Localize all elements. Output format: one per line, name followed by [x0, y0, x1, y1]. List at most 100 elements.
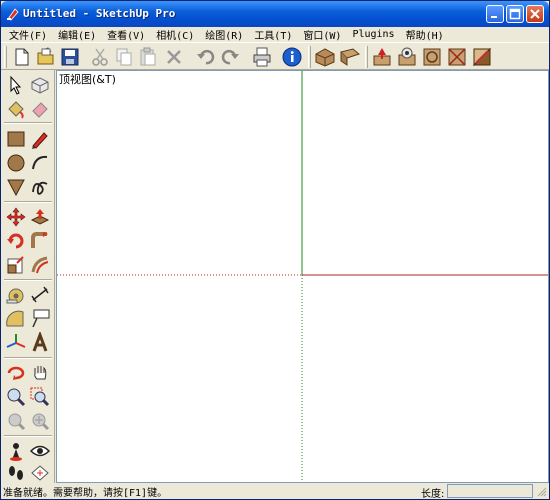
- menu-draw[interactable]: 绘图(R): [201, 27, 247, 42]
- arc-tool[interactable]: [29, 152, 51, 174]
- 3d-text-tool[interactable]: [29, 330, 51, 354]
- resize-grip-icon[interactable]: [535, 485, 547, 497]
- save-button[interactable]: [59, 46, 81, 68]
- freehand-icon: [32, 181, 48, 195]
- dimension-tool[interactable]: [29, 284, 51, 306]
- polygon-tool[interactable]: [5, 176, 27, 198]
- zoom-window-tool[interactable]: [29, 386, 51, 408]
- position-camera-icon: [10, 443, 22, 461]
- pencil-icon: [32, 132, 48, 149]
- push-pull-icon: [30, 209, 50, 225]
- section-plane-tool[interactable]: [29, 462, 51, 484]
- menu-bar: 文件(F) 编辑(E) 查看(V) 相机(C) 绘图(R) 工具(T) 窗口(W…: [1, 27, 549, 42]
- toolbar-grip-2[interactable]: [308, 46, 311, 68]
- push-pull-tool[interactable]: [29, 206, 51, 228]
- menu-file[interactable]: 文件(F): [5, 27, 51, 42]
- walk-tool[interactable]: [5, 462, 27, 484]
- follow-me-tool[interactable]: [29, 230, 51, 252]
- toolbar-grip-3[interactable]: [365, 46, 368, 68]
- follow-me-icon: [31, 232, 48, 248]
- previous-view-tool[interactable]: [5, 410, 27, 432]
- redo-icon: [221, 49, 239, 65]
- close-icon: [530, 9, 540, 19]
- tape-measure-icon: [6, 288, 24, 304]
- redo-button[interactable]: [219, 46, 241, 68]
- copy-icon: [116, 48, 132, 66]
- select-tool[interactable]: [5, 74, 27, 96]
- menu-plugins[interactable]: Plugins: [348, 29, 398, 40]
- make-component-tool[interactable]: [29, 74, 51, 96]
- menu-camera[interactable]: 相机(C): [152, 27, 198, 42]
- length-label: 长度:: [421, 489, 445, 500]
- look-around-tool[interactable]: [29, 440, 51, 462]
- tape-measure-tool[interactable]: [5, 284, 27, 306]
- previous-view-icon: [8, 413, 26, 431]
- drawing-area[interactable]: 顶视图(&T): [56, 70, 549, 483]
- length-input[interactable]: [447, 484, 533, 498]
- offset-tool[interactable]: [29, 254, 51, 276]
- axes-lines: [57, 71, 548, 482]
- sandbox-button[interactable]: [446, 46, 468, 68]
- copy-button[interactable]: [113, 46, 135, 68]
- rectangle-tool[interactable]: [5, 128, 27, 150]
- component-button[interactable]: [421, 46, 443, 68]
- pan-hand-icon: [34, 366, 47, 380]
- toolbar-grip[interactable]: [4, 46, 7, 68]
- circle-tool[interactable]: [5, 152, 27, 174]
- rotate-tool[interactable]: [5, 230, 27, 252]
- add-location-button[interactable]: [371, 46, 393, 68]
- minimize-button[interactable]: [486, 5, 504, 23]
- paint-bucket-icon: [8, 101, 24, 119]
- orbit-tool[interactable]: [5, 362, 27, 384]
- undo-icon: [197, 49, 215, 65]
- paint-bucket-tool[interactable]: [5, 98, 27, 120]
- status-bar: 准备就绪。需要帮助，请按[F1]键。 长度:: [1, 483, 549, 500]
- eye-icon: [29, 445, 51, 457]
- cut-button[interactable]: [89, 46, 111, 68]
- menu-window[interactable]: 窗口(W): [299, 27, 345, 42]
- section-icon: [340, 48, 361, 66]
- line-tool[interactable]: [29, 128, 51, 150]
- move-tool[interactable]: [5, 206, 27, 228]
- freehand-tool[interactable]: [29, 176, 51, 198]
- rotate-icon: [7, 233, 24, 249]
- print-button[interactable]: [251, 46, 273, 68]
- open-button[interactable]: [35, 46, 57, 68]
- zoom-extents-tool[interactable]: [29, 410, 51, 432]
- text-tool[interactable]: [29, 308, 51, 330]
- maximize-button[interactable]: [506, 5, 524, 23]
- close-button[interactable]: [526, 5, 544, 23]
- select-arrow-icon: [10, 75, 22, 95]
- print-icon: [253, 47, 271, 67]
- tool-separator: [4, 201, 52, 203]
- protractor-tool[interactable]: [5, 308, 27, 330]
- zoom-extents-icon: [32, 413, 50, 431]
- shadow-button[interactable]: [471, 46, 493, 68]
- tool-separator: [4, 435, 52, 437]
- scale-icon: [7, 256, 24, 274]
- paste-button[interactable]: [137, 46, 159, 68]
- menu-edit[interactable]: 编辑(E): [54, 27, 100, 42]
- axes-tool[interactable]: [5, 332, 27, 354]
- section-button[interactable]: [339, 46, 361, 68]
- erase-button[interactable]: [163, 46, 185, 68]
- orbit-icon: [7, 366, 25, 380]
- position-camera-tool[interactable]: [5, 440, 27, 462]
- undo-button[interactable]: [195, 46, 217, 68]
- protractor-icon: [6, 310, 24, 327]
- circle-icon: [7, 154, 25, 172]
- section-plane-icon: [31, 465, 49, 481]
- eraser-tool[interactable]: [29, 98, 51, 120]
- preview-button[interactable]: [396, 46, 418, 68]
- zoom-tool[interactable]: [5, 386, 27, 408]
- pan-tool[interactable]: [29, 362, 51, 384]
- face-style-button[interactable]: [314, 46, 336, 68]
- menu-view[interactable]: 查看(V): [103, 27, 149, 42]
- model-info-button[interactable]: [281, 46, 303, 68]
- menu-tools[interactable]: 工具(T): [250, 27, 296, 42]
- menu-help[interactable]: 帮助(H): [402, 27, 448, 42]
- 3d-text-icon: [32, 330, 48, 352]
- new-button[interactable]: [11, 46, 33, 68]
- title-bar[interactable]: Untitled - SketchUp Pro: [1, 1, 549, 27]
- scale-tool[interactable]: [5, 254, 27, 276]
